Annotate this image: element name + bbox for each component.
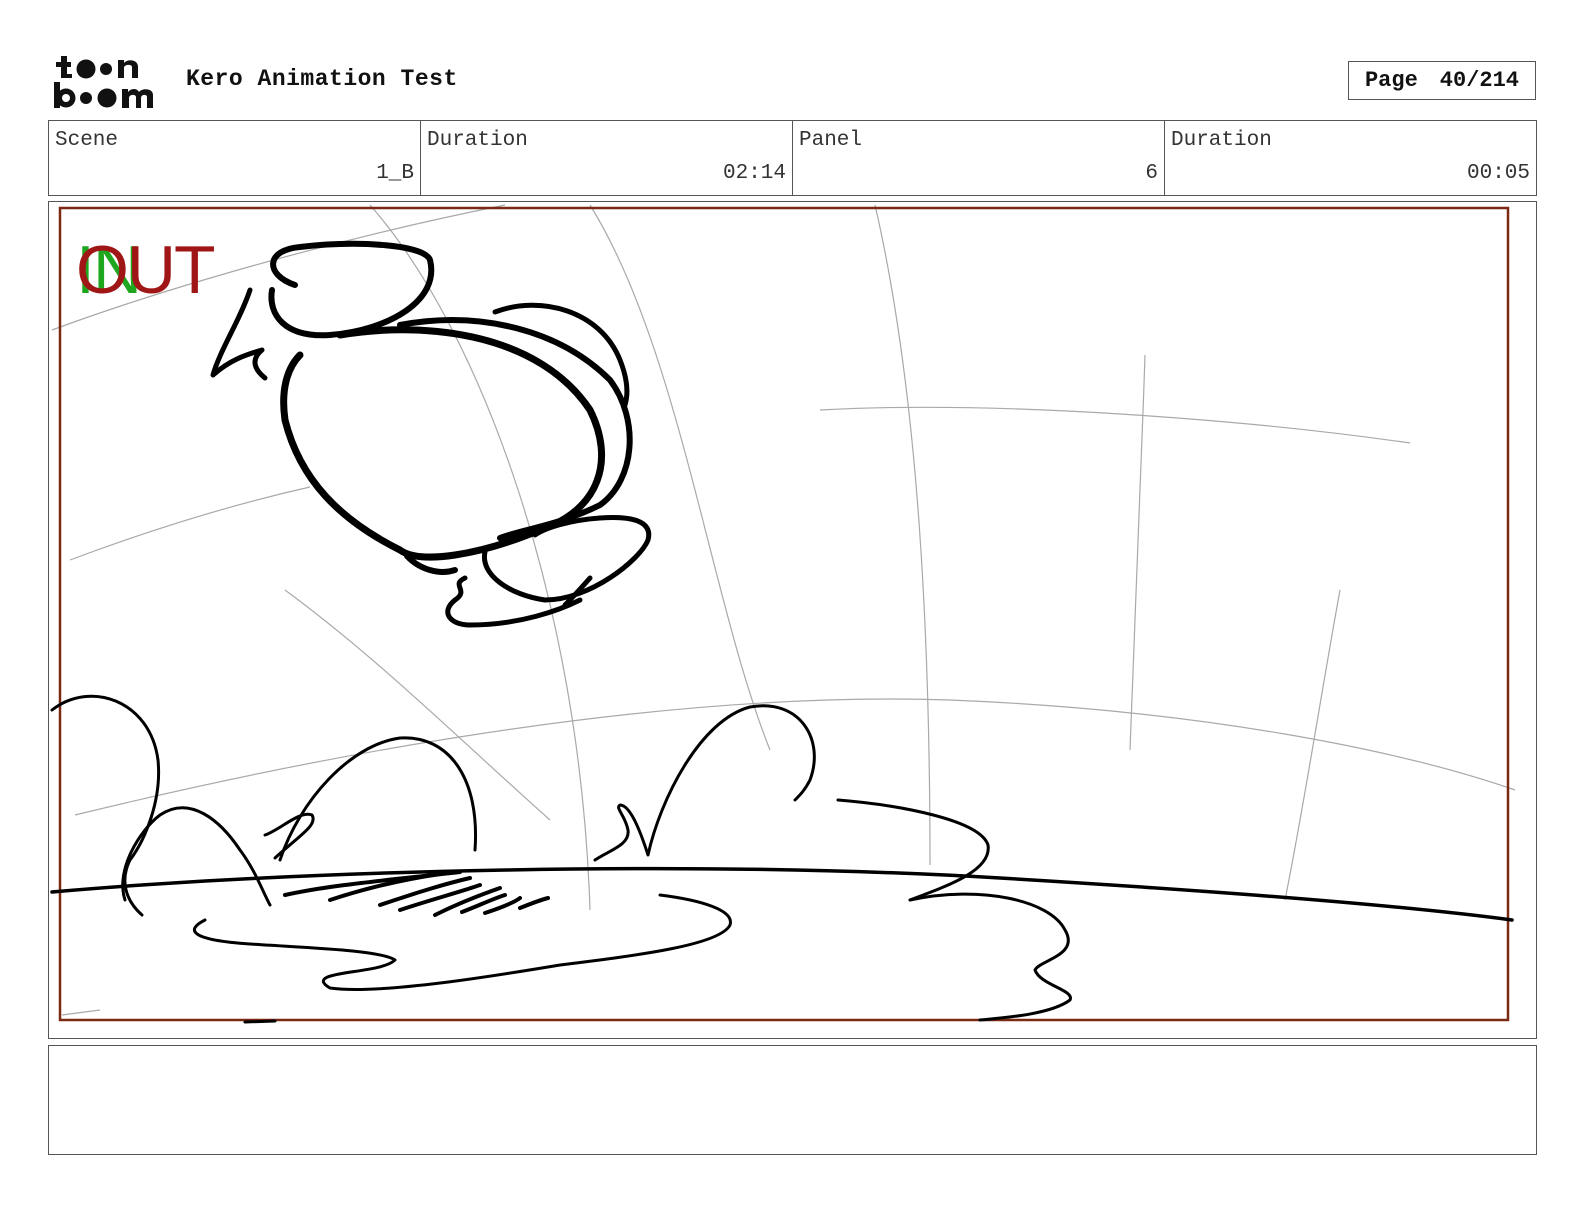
toon-boom-logo [54,56,153,108]
scene-cell: Scene 1_B [49,121,421,195]
caption-box [48,1045,1537,1155]
scene-duration-cell: Duration 02:14 [421,121,793,195]
scene-duration-label: Duration [427,129,528,152]
panel-info-table: Scene 1_B Duration 02:14 Panel 6 Duratio… [48,120,1537,196]
storyboard-sketch [50,204,1516,1024]
panel-duration-label: Duration [1171,129,1272,152]
panel-duration-cell: Duration 00:05 [1165,121,1536,195]
project-title: Kero Animation Test [186,66,458,92]
character-sketch [210,240,652,628]
in-out-markers: IN OUT [76,234,246,306]
panel-value: 6 [1145,162,1158,185]
panel-duration-value: 00:05 [1466,162,1530,185]
panel-cell: Panel 6 [793,121,1165,195]
page-indicator: Page 40/214 [1348,61,1536,100]
perspective-guides [51,204,1516,1016]
page-label: Page [1364,68,1418,93]
panel-label: Panel [799,129,863,152]
scene-value: 1_B [376,162,414,185]
out-marker: OUT [76,232,216,308]
scene-duration-value: 02:14 [722,162,786,185]
page-number: 40/214 [1439,68,1520,93]
scene-label: Scene [55,129,119,152]
